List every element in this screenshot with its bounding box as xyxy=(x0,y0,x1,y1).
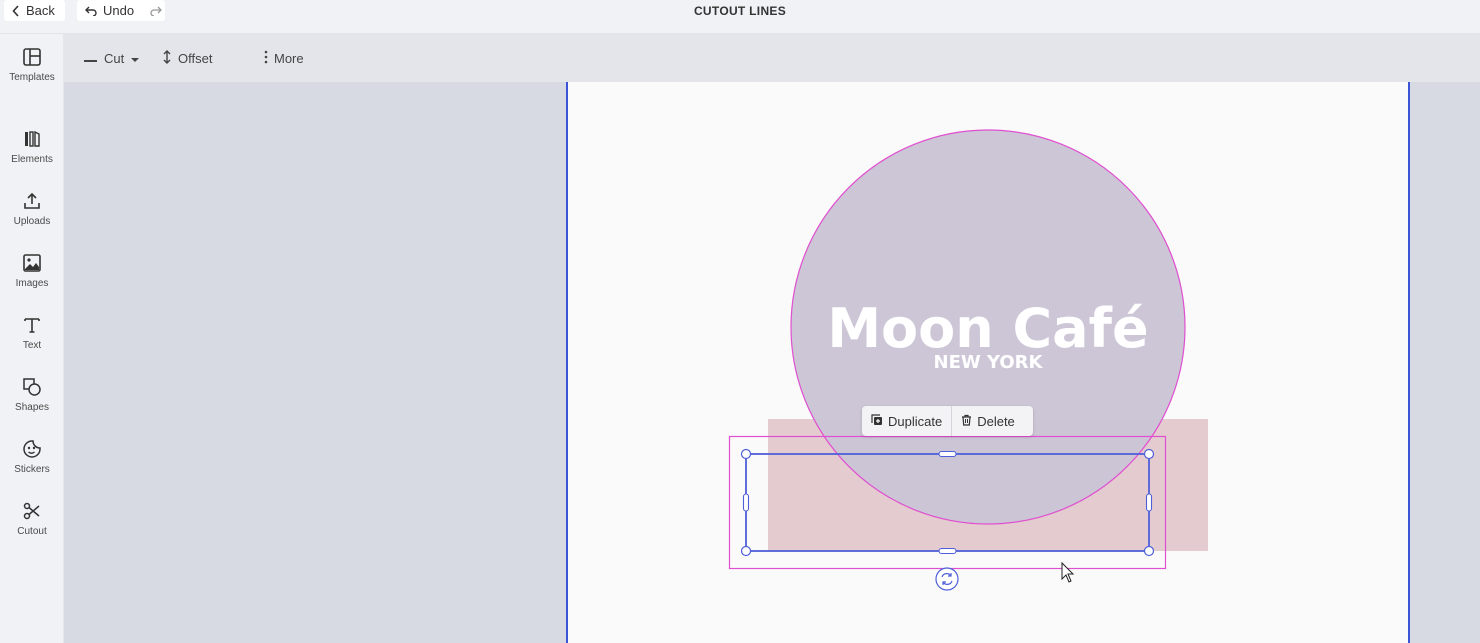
offset-label: Offset xyxy=(178,50,213,66)
sidebar-item-label: Shapes xyxy=(15,402,49,413)
trash-icon xyxy=(961,414,972,429)
vertical-dots-icon xyxy=(264,50,268,67)
element-context-menu: Duplicate Delete xyxy=(862,406,1033,436)
sidebar-item-label: Text xyxy=(22,340,42,351)
offset-button[interactable]: Offset xyxy=(162,34,212,82)
cut-dropdown[interactable]: Cut xyxy=(84,34,140,82)
duplicate-label: Duplicate xyxy=(888,413,943,429)
left-sidebar: Templates Elements Uploads Images Text S… xyxy=(0,34,64,643)
cutline-toolbar: Cut Offset More xyxy=(64,34,1480,82)
sidebar-item-stickers[interactable]: Stickers xyxy=(0,438,64,494)
sidebar-item-cutout[interactable]: Cutout xyxy=(0,500,64,556)
sidebar-item-label: Templates xyxy=(9,72,55,83)
sidebar-item-label: Cutout xyxy=(17,526,47,537)
sidebar-item-shapes[interactable]: Shapes xyxy=(0,376,64,432)
more-label: More xyxy=(274,50,304,66)
duplicate-icon xyxy=(871,413,883,429)
delete-label: Delete xyxy=(977,413,1015,429)
templates-icon xyxy=(21,46,43,68)
delete-button[interactable]: Delete xyxy=(952,406,1024,436)
text-icon xyxy=(21,314,43,336)
sidebar-item-text[interactable]: Text xyxy=(0,314,64,370)
sticker-icon xyxy=(21,438,43,460)
sidebar-item-templates[interactable]: Templates xyxy=(0,46,64,102)
duplicate-button[interactable]: Duplicate xyxy=(862,406,951,436)
scissors-icon xyxy=(21,500,43,522)
shapes-icon xyxy=(21,376,43,398)
image-icon xyxy=(21,252,43,274)
cut-label: Cut xyxy=(104,50,125,66)
more-button[interactable]: More xyxy=(264,34,304,82)
elements-icon xyxy=(21,128,43,150)
vertical-arrows-icon xyxy=(162,49,172,67)
sidebar-item-uploads[interactable]: Uploads xyxy=(0,190,64,246)
sidebar-item-label: Uploads xyxy=(13,216,51,227)
line-icon xyxy=(84,51,98,66)
sidebar-item-label: Elements xyxy=(11,154,53,165)
caret-down-icon xyxy=(130,51,140,66)
sidebar-item-label: Images xyxy=(15,278,49,289)
top-bar: Back Undo CUTOUT LINES xyxy=(0,0,1480,34)
design-page[interactable] xyxy=(566,82,1410,643)
sidebar-item-label: Stickers xyxy=(14,464,50,475)
page-title: CUTOUT LINES xyxy=(693,4,787,18)
sidebar-item-elements[interactable]: Elements xyxy=(0,128,64,184)
upload-icon xyxy=(21,190,43,212)
sidebar-item-images[interactable]: Images xyxy=(0,252,64,308)
